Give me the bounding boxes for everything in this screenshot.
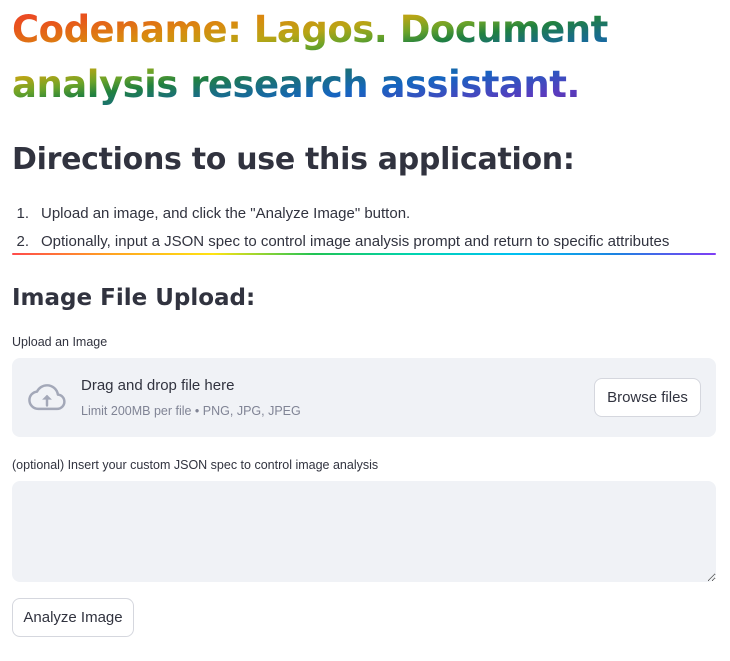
directions-list: 1. Upload an image, and click the "Analy… <box>12 201 669 257</box>
file-dropzone[interactable]: Drag and drop file here Limit 200MB per … <box>12 358 716 437</box>
uploader-label: Upload an Image <box>12 335 108 349</box>
rainbow-divider <box>12 253 716 255</box>
cloud-upload-icon <box>28 384 66 411</box>
app-title: Codename: Lagos. Document analysis resea… <box>12 2 712 112</box>
json-spec-input[interactable] <box>12 481 716 582</box>
step-text: Upload an image, and click the "Analyze … <box>41 205 411 222</box>
directions-heading: Directions to use this application: <box>12 142 575 177</box>
json-spec-label: (optional) Insert your custom JSON spec … <box>12 458 379 472</box>
analyze-image-button[interactable]: Analyze Image <box>12 598 134 637</box>
browse-files-button[interactable]: Browse files <box>594 378 701 417</box>
dropzone-limits: Limit 200MB per file • PNG, JPG, JPEG <box>81 404 301 418</box>
upload-heading: Image File Upload: <box>12 285 256 311</box>
list-item: 1. Upload an image, and click the "Analy… <box>12 201 669 229</box>
step-number: 1. <box>16 205 29 222</box>
dropzone-title: Drag and drop file here <box>81 377 235 394</box>
